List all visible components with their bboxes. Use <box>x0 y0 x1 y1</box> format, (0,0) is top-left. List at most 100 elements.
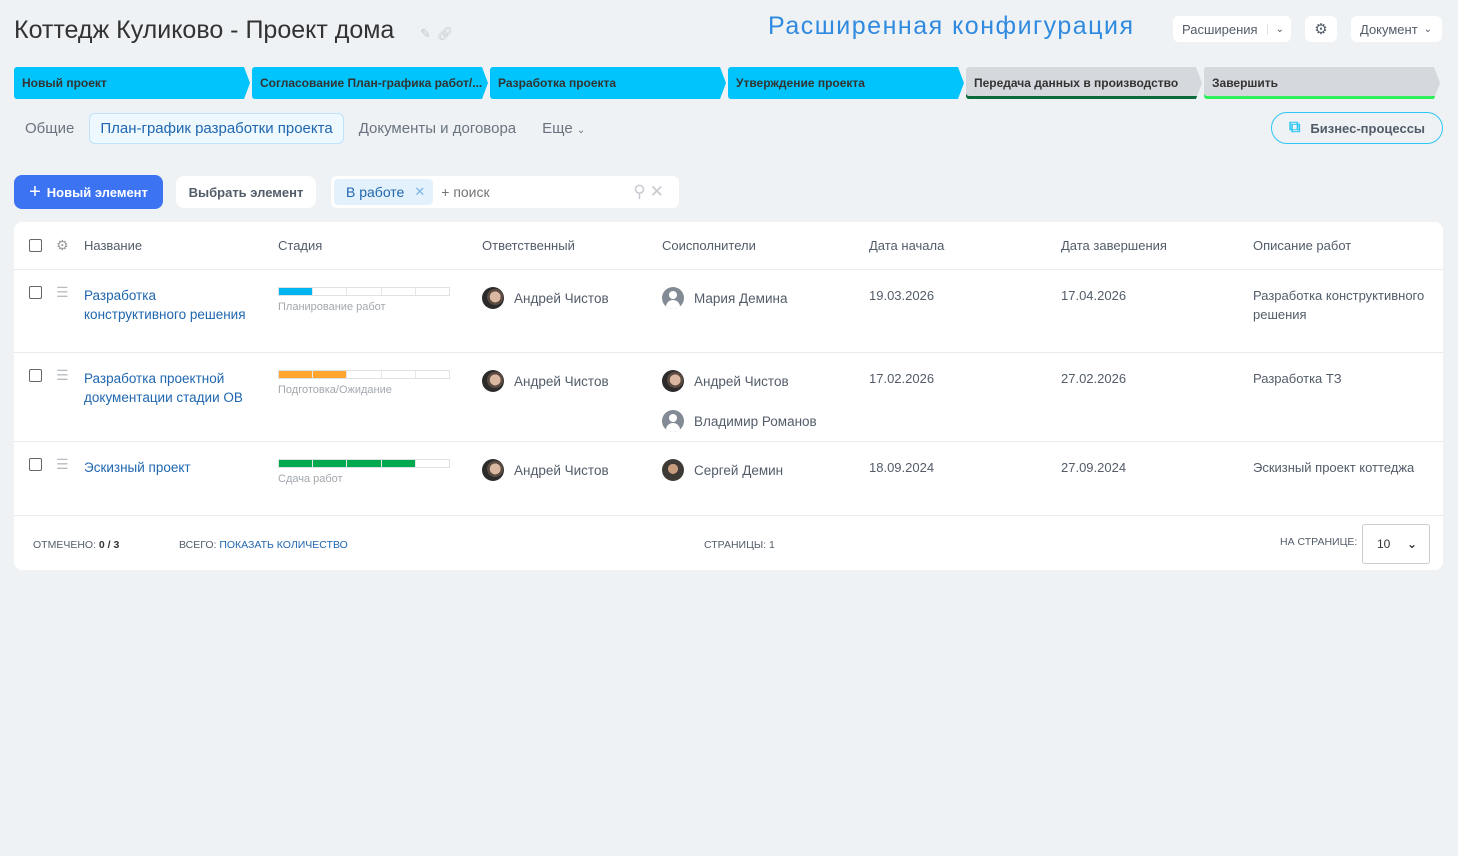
tab-more-label: Еще <box>542 120 573 137</box>
progress-segment <box>313 460 348 467</box>
stage-label: Планирование работ <box>278 301 386 313</box>
progress-segment <box>381 460 416 467</box>
filter-chip[interactable]: В работе ✕ <box>334 179 434 205</box>
element-name-link[interactable]: Эскизный проект <box>84 442 278 515</box>
co-executor[interactable]: Андрей Чистов <box>662 370 869 392</box>
col-description[interactable]: Описание работ <box>1253 238 1443 253</box>
stage-bar: Новый проект Согласование План-графика ра… <box>14 67 1442 99</box>
stage-progress-bar[interactable] <box>278 370 450 379</box>
progress-segment <box>279 371 314 378</box>
tabs: Общие План-график разработки проекта Док… <box>14 113 600 144</box>
responsible-name: Андрей Чистов <box>514 290 609 306</box>
stage-label: Подготовка/Ожидание <box>278 384 392 396</box>
row-checkbox[interactable] <box>29 458 42 471</box>
business-process-icon: ⧉ <box>1288 119 1301 136</box>
tab-general[interactable]: Общие <box>14 113 85 144</box>
progress-segment <box>279 460 314 467</box>
stage-4[interactable]: Утверждение проекта <box>728 67 964 99</box>
end-date: 27.02.2026 <box>1061 371 1127 386</box>
plus-icon: + <box>29 180 41 203</box>
pages: СТРАНИЦЫ: 1 <box>704 539 775 551</box>
show-count-link[interactable]: ПОКАЗАТЬ КОЛИЧЕСТВО <box>219 539 347 551</box>
element-name-link[interactable]: Разработка конструктивного решения <box>84 270 278 352</box>
start-date: 19.03.2026 <box>869 288 935 303</box>
search-input[interactable] <box>441 184 622 200</box>
description: Разработка конструктивного решения <box>1253 288 1425 322</box>
business-processes-button[interactable]: ⧉ Бизнес-процессы <box>1271 112 1443 144</box>
responsible-name: Андрей Чистов <box>514 462 609 478</box>
stage-label: Разработка проекта <box>498 76 617 90</box>
tab-documents[interactable]: Документы и договора <box>348 113 527 144</box>
stage-label: Передача данных в производство <box>974 76 1179 90</box>
col-co-executors[interactable]: Соисполнители <box>662 238 869 253</box>
gear-icon[interactable]: ⚙ <box>56 237 69 254</box>
per-page-select[interactable]: 10 ⌄ <box>1362 524 1430 564</box>
co-executor[interactable]: Мария Демина <box>662 287 869 309</box>
drag-handle-icon[interactable]: ☰ <box>56 368 69 382</box>
stage-6[interactable]: Завершить <box>1204 67 1440 99</box>
avatar <box>662 459 684 481</box>
document-label: Документ <box>1360 21 1418 37</box>
avatar <box>662 370 684 392</box>
edit-link-icons[interactable]: ✎🔗︎ <box>420 26 459 42</box>
responsible[interactable]: Андрей Чистов <box>482 370 662 392</box>
stage-1[interactable]: Новый проект <box>14 67 250 99</box>
col-stage[interactable]: Стадия <box>278 238 482 253</box>
co-executor-name: Андрей Чистов <box>694 373 789 389</box>
chevron-down-icon: ⌄ <box>1266 23 1284 35</box>
col-end-date[interactable]: Дата завершения <box>1061 238 1253 253</box>
stage-label: Сдача работ <box>278 473 343 485</box>
page-title: Коттедж Куликово - Проект дома <box>14 16 395 44</box>
element-name-link[interactable]: Разработка проектной документации стадии… <box>84 353 278 450</box>
tab-schedule[interactable]: План-график разработки проекта <box>89 113 344 144</box>
close-icon[interactable]: ✕ <box>414 184 425 200</box>
filter-search[interactable]: В работе✕ ⚲✕ <box>331 176 679 208</box>
col-responsible[interactable]: Ответственный <box>482 238 662 253</box>
document-button[interactable]: Документ ⌄ <box>1351 16 1442 42</box>
config-title: Расширенная конфигурация <box>768 12 1135 40</box>
new-element-button[interactable]: + Новый элемент <box>14 175 163 209</box>
row-checkbox[interactable] <box>29 286 42 299</box>
per-page-label: НА СТРАНИЦЕ: <box>1280 536 1358 548</box>
co-executor-name: Мария Демина <box>694 290 788 306</box>
chevron-down-icon: ⌄ <box>576 125 586 136</box>
extensions-label: Расширения <box>1182 21 1258 37</box>
clear-icon[interactable]: ✕ <box>650 182 668 201</box>
responsible[interactable]: Андрей Чистов <box>482 459 662 481</box>
description: Разработка ТЗ <box>1253 371 1342 386</box>
avatar <box>482 287 504 309</box>
avatar <box>662 287 684 309</box>
stage-5[interactable]: Передача данных в производство <box>966 67 1202 99</box>
progress-segment <box>347 460 382 467</box>
stage-2[interactable]: Согласование План-графика работ/... <box>252 67 488 99</box>
drag-handle-icon[interactable]: ☰ <box>56 457 69 471</box>
select-all-checkbox[interactable] <box>29 239 42 252</box>
avatar <box>482 459 504 481</box>
col-start-date[interactable]: Дата начала <box>869 238 1061 253</box>
progress-segment <box>416 460 449 467</box>
responsible[interactable]: Андрей Чистов <box>482 287 662 309</box>
co-executor[interactable]: Сергей Демин <box>662 459 869 481</box>
per-page-value: 10 <box>1377 537 1391 551</box>
progress-segment <box>313 288 348 295</box>
row-checkbox[interactable] <box>29 369 42 382</box>
progress-segment <box>279 288 314 295</box>
tab-more[interactable]: Еще ⌄ <box>531 113 596 144</box>
progress-segment <box>347 288 382 295</box>
select-element-button[interactable]: Выбрать элемент <box>176 176 316 208</box>
pencil-icon[interactable]: ✎ <box>420 26 437 41</box>
link-icon[interactable]: 🔗︎ <box>437 26 460 41</box>
col-name[interactable]: Название <box>84 238 278 253</box>
stage-label: Утверждение проекта <box>736 76 865 90</box>
stage-progress-bar[interactable] <box>278 287 450 296</box>
stage-progress-bar[interactable] <box>278 459 450 468</box>
extensions-button[interactable]: Расширения ⌄ <box>1173 16 1291 42</box>
stage-3[interactable]: Разработка проекта <box>490 67 726 99</box>
co-executor[interactable]: Владимир Романов <box>662 410 869 432</box>
progress-segment <box>382 288 416 295</box>
avatar <box>482 370 504 392</box>
progress-segment <box>416 371 449 378</box>
search-icon[interactable]: ⚲ <box>633 182 649 201</box>
drag-handle-icon[interactable]: ☰ <box>56 285 69 299</box>
gear-icon[interactable]: ⚙ <box>1305 16 1337 42</box>
